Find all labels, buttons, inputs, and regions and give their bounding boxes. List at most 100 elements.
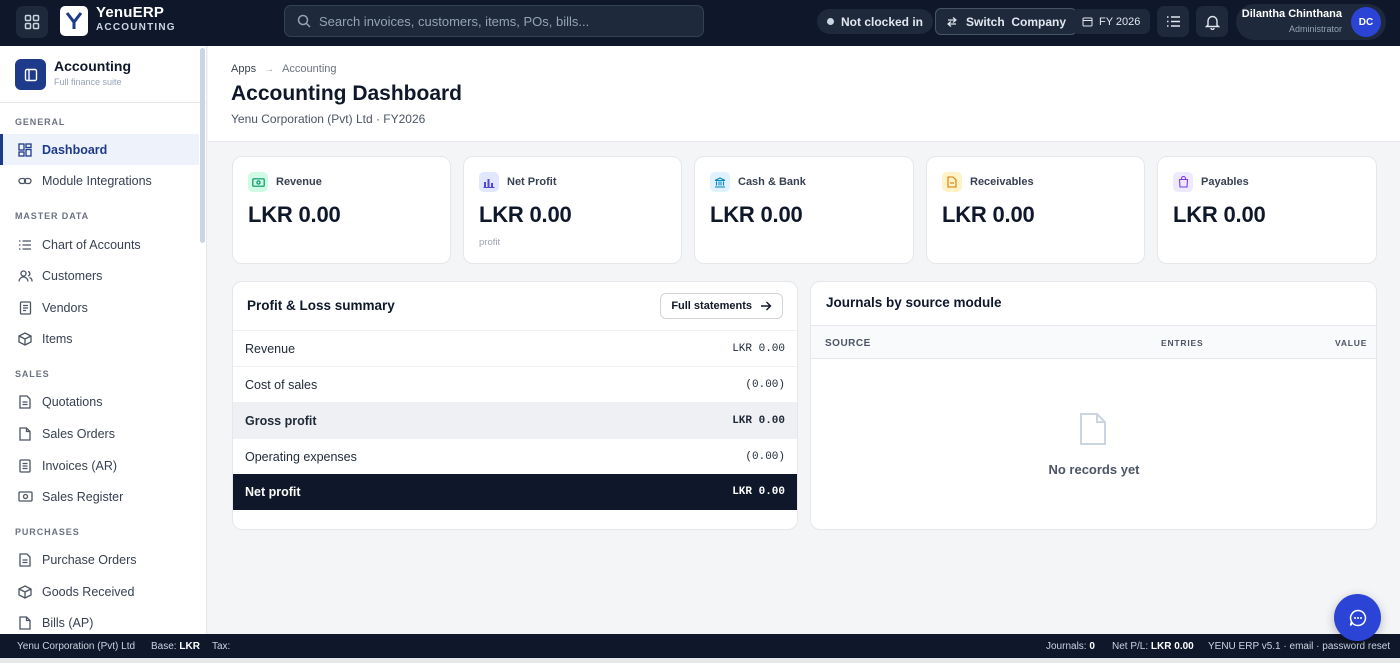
sidebar-item-sales-register[interactable]: Sales Register: [0, 481, 199, 512]
status-net-pl-value: LKR 0.00: [1150, 641, 1194, 652]
cash-icon: [17, 489, 33, 505]
module-logo: [15, 59, 46, 90]
document-icon: [17, 394, 33, 410]
invoice-icon: [17, 458, 33, 474]
dashboard-icon: [17, 142, 33, 158]
document-icon: [17, 552, 33, 568]
kpi-card-receivables[interactable]: Receivables LKR 0.00: [926, 156, 1145, 264]
apps-grid-button[interactable]: [16, 6, 48, 38]
link-icon: [17, 173, 33, 189]
status-base: Base: LKR: [151, 641, 200, 652]
notifications-button[interactable]: [1196, 6, 1228, 37]
sidebar-item-sales-orders[interactable]: Sales Orders: [0, 418, 199, 449]
cash-icon: [248, 172, 268, 192]
status-version: YENU ERP v5.1 · email · password reset: [1208, 641, 1391, 652]
journals-title: Journals by source module: [826, 295, 1002, 310]
clock-status[interactable]: Not clocked in: [817, 9, 934, 34]
pl-row-label: Revenue: [245, 341, 296, 356]
journals-table-header: SOURCE ENTRIES VALUE: [811, 325, 1376, 359]
user-menu[interactable]: Dilantha Chinthana Administrator DC: [1236, 4, 1386, 40]
kpi-value: LKR 0.00: [710, 202, 803, 227]
kpi-card-cash-bank[interactable]: Cash & Bank LKR 0.00: [694, 156, 914, 264]
brand-logo[interactable]: [60, 6, 88, 36]
status-base-label: Base:: [151, 641, 177, 652]
sidebar-item-chart-of-accounts[interactable]: Chart of Accounts: [0, 229, 199, 260]
kpi-card-revenue[interactable]: Revenue LKR 0.00: [232, 156, 451, 264]
sidebar-item-label: Goods Received: [42, 584, 135, 599]
sidebar-header: Accounting Full finance suite: [0, 46, 206, 103]
switch-company-button[interactable]: Switch Company: [935, 8, 1078, 35]
sidebar-item-customers[interactable]: Customers: [0, 260, 199, 291]
pl-row-net-profit: Net profit LKR 0.00: [233, 474, 797, 510]
pl-row-label: Cost of sales: [245, 377, 318, 392]
column-source[interactable]: SOURCE: [825, 338, 871, 349]
profit-loss-panel: Profit & Loss summary Full statements Re…: [232, 281, 798, 530]
sidebar-item-invoices[interactable]: Invoices (AR): [0, 450, 199, 481]
status-tax: Tax:: [212, 641, 231, 652]
empty-state-text: No records yet: [1048, 462, 1140, 477]
fiscal-year-selector[interactable]: FY 2026: [1072, 9, 1151, 34]
global-search[interactable]: [284, 5, 704, 37]
kpi-label: Receivables: [970, 176, 1034, 188]
sidebar-item-purchase-orders[interactable]: Purchase Orders: [0, 544, 199, 575]
kpi-label: Cash & Bank: [738, 176, 806, 188]
top-bar: YenuERP ACCOUNTING Not clocked in Switch…: [0, 0, 1400, 46]
sidebar-item-label: Items: [42, 331, 73, 346]
user-name: Dilantha Chinthana: [1241, 8, 1342, 20]
box-icon: [17, 331, 33, 347]
breadcrumb-accounting[interactable]: Accounting: [282, 63, 336, 75]
shopping-bag-icon: [1173, 172, 1193, 192]
column-entries[interactable]: ENTRIES: [1161, 338, 1203, 348]
sidebar-item-label: Sales Register: [42, 489, 124, 504]
pl-row-amount: LKR 0.00: [732, 342, 785, 355]
status-journals: Journals: 0: [1046, 641, 1095, 652]
sidebar-item-label: Invoices (AR): [42, 458, 118, 473]
kpi-card-payables[interactable]: Payables LKR 0.00: [1157, 156, 1377, 264]
sidebar-item-label: Purchase Orders: [42, 552, 137, 567]
pl-row-amount: LKR 0.00: [732, 486, 785, 498]
journals-panel: Journals by source module SOURCE ENTRIES…: [810, 281, 1377, 530]
list-button[interactable]: [1157, 6, 1189, 37]
pl-row-label: Gross profit: [245, 413, 317, 428]
box-icon: [17, 584, 33, 600]
brand-name: YenuERP ACCOUNTING: [96, 4, 176, 35]
sidebar-item-label: Vendors: [42, 300, 88, 315]
clock-status-label: Not clocked in: [841, 14, 924, 29]
sidebar-item-goods-received[interactable]: Goods Received: [0, 576, 199, 607]
sidebar-item-module-integrations[interactable]: Module Integrations: [0, 165, 199, 196]
full-statements-label: Full statements: [671, 300, 752, 312]
sidebar-item-vendors[interactable]: Vendors: [0, 292, 199, 323]
kpi-subtext: profit: [479, 237, 501, 248]
module-title: Accounting: [54, 58, 131, 74]
file-icon: [17, 426, 33, 442]
brand-title: YenuERP: [96, 4, 165, 21]
pl-row-operating-expenses: Operating expenses (0.00): [233, 438, 797, 474]
sidebar-item-bills[interactable]: Bills (AP): [0, 607, 199, 634]
apps-grid-icon: [24, 14, 40, 30]
sidebar-scrollbar[interactable]: [200, 48, 205, 243]
sidebar-item-quotations[interactable]: Quotations: [0, 386, 199, 417]
sidebar-item-items[interactable]: Items: [0, 323, 199, 354]
swap-icon: [947, 16, 957, 27]
clock-status-dot: [827, 18, 834, 25]
sidebar: Accounting Full finance suite GENERAL Da…: [0, 46, 207, 634]
section-purchases: PURCHASES: [15, 527, 80, 537]
kpi-card-net-profit[interactable]: Net Profit LKR 0.00 profit: [463, 156, 682, 264]
search-icon: [297, 14, 311, 28]
sidebar-item-label: Quotations: [42, 394, 103, 409]
page-subtitle: Yenu Corporation (Pvt) Ltd · FY2026: [231, 112, 426, 126]
sidebar-item-dashboard[interactable]: Dashboard: [0, 134, 199, 165]
breadcrumb-apps[interactable]: Apps: [231, 63, 256, 75]
full-statements-button[interactable]: Full statements: [660, 293, 783, 319]
sidebar-item-label: Dashboard: [42, 142, 108, 157]
kpi-value: LKR 0.00: [942, 202, 1035, 227]
column-value[interactable]: VALUE: [1335, 338, 1367, 348]
status-company: Yenu Corporation (Pvt) Ltd: [17, 641, 136, 652]
book-icon: [24, 68, 37, 81]
search-input[interactable]: [319, 13, 689, 29]
chat-button[interactable]: [1334, 594, 1381, 641]
sidebar-item-label: Sales Orders: [42, 426, 115, 441]
bottom-strip: [0, 658, 1400, 663]
kpi-label: Payables: [1201, 176, 1249, 188]
status-bar: Yenu Corporation (Pvt) Ltd Base: LKR Tax…: [0, 634, 1400, 658]
